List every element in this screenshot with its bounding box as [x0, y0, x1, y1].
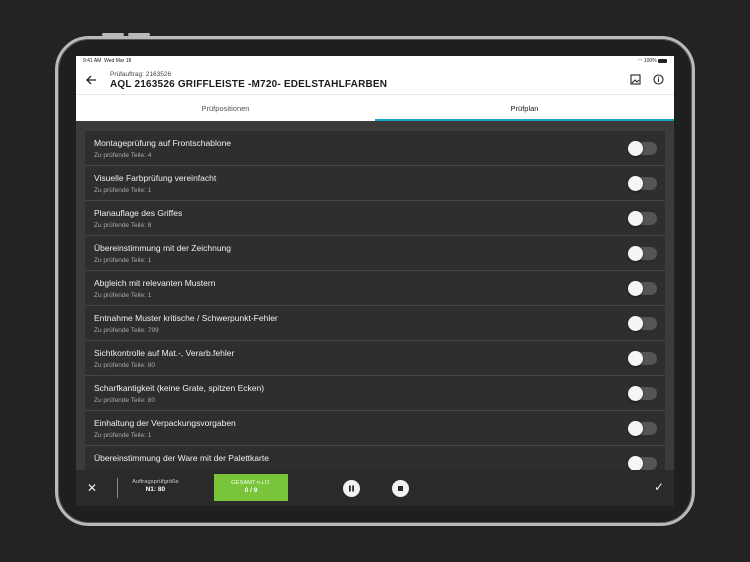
status-bar: 9:41 AM Wed Mar 18 ◠ 100%	[76, 56, 674, 66]
toggle-knob	[628, 316, 643, 331]
status-date: Wed Mar 18	[104, 58, 132, 64]
sample-size-label: Auftragsprüfgröße	[132, 479, 179, 485]
list-item[interactable]: Übereinstimmung mit der Zeichnung Zu prü…	[85, 236, 665, 271]
toggle-knob	[628, 141, 643, 156]
page-title: AQL 2163526 GRIFFLEISTE -M720- EDELSTAHL…	[110, 78, 388, 90]
item-title: Abgleich mit relevanten Mustern	[94, 278, 216, 288]
sample-size-value: N1: 80	[145, 486, 166, 493]
toggle-knob	[628, 421, 643, 436]
tab-pruefplan[interactable]: Prüfplan	[375, 95, 674, 121]
info-icon[interactable]	[653, 74, 664, 85]
item-count: Zu prüfende Teile: 1	[94, 257, 152, 264]
tab-pruefpositionen[interactable]: Prüfpositionen	[76, 95, 375, 121]
item-toggle[interactable]	[628, 281, 657, 296]
item-title: Sichtkontrolle auf Mat.-, Verarb.fehler	[94, 348, 235, 358]
bottom-action-bar: ✕ Auftragsprüfgröße N1: 80 GESAMT n.i.O.…	[76, 470, 674, 506]
close-icon[interactable]: ✕	[87, 480, 97, 496]
list-item[interactable]: Visuelle Farbprüfung vereinfacht Zu prüf…	[85, 166, 665, 201]
total-nok-label: GESAMT n.i.O.	[231, 480, 271, 486]
item-toggle[interactable]	[628, 456, 657, 470]
toggle-knob	[628, 246, 643, 261]
item-title: Einhaltung der Verpackungsvorgaben	[94, 418, 236, 428]
item-title: Übereinstimmung mit der Zeichnung	[94, 243, 232, 253]
toggle-knob	[628, 456, 643, 470]
gallery-icon[interactable]	[630, 74, 641, 85]
wifi-icon: ◠	[638, 58, 643, 64]
item-toggle[interactable]	[628, 246, 657, 261]
total-nok-value: 0 / 9	[244, 487, 258, 494]
toggle-knob	[628, 176, 643, 191]
battery-text: 100%	[643, 58, 657, 64]
item-count: Zu prüfende Teile: 80	[94, 362, 155, 369]
item-count: Zu prüfende Teile: 8	[94, 222, 152, 229]
status-time-text: 9:41 AM	[83, 58, 102, 64]
item-title: Planauflage des Griffes	[94, 208, 183, 218]
item-toggle[interactable]	[628, 386, 657, 401]
confirm-check-icon[interactable]: ✓	[654, 479, 664, 495]
item-title: Montageprüfung auf Frontschablone	[94, 138, 232, 148]
list-item[interactable]: Sichtkontrolle auf Mat.-, Verarb.fehler …	[85, 341, 665, 376]
toggle-knob	[628, 351, 643, 366]
list-item[interactable]: Abgleich mit relevanten Mustern Zu prüfe…	[85, 271, 665, 306]
toggle-knob	[628, 211, 643, 226]
sample-size-info: Auftragsprüfgröße N1: 80	[132, 479, 179, 493]
list-item[interactable]: Montageprüfung auf Frontschablone Zu prü…	[85, 131, 665, 166]
inspection-plan-list-area[interactable]: Montageprüfung auf Frontschablone Zu prü…	[76, 121, 674, 470]
item-count: Zu prüfende Teile: 1	[94, 292, 152, 299]
pause-icon	[349, 485, 354, 492]
list-item[interactable]: Scharfkantigkeit (keine Grate, spitzen E…	[85, 376, 665, 411]
item-title: Visuelle Farbprüfung vereinfacht	[94, 173, 217, 183]
item-toggle[interactable]	[628, 141, 657, 156]
list-item[interactable]: Übereinstimmung der Ware mit der Palettk…	[85, 446, 665, 470]
inspection-plan-list: Montageprüfung auf Frontschablone Zu prü…	[85, 131, 665, 470]
status-time: 9:41 AM Wed Mar 18	[83, 58, 131, 64]
item-title: Übereinstimmung der Ware mit der Palettk…	[94, 453, 269, 463]
item-toggle[interactable]	[628, 351, 657, 366]
item-count: Zu prüfende Teile: 1	[94, 432, 152, 439]
item-count: Zu prüfende Teile: 4	[94, 152, 152, 159]
item-count: Zu prüfende Teile: 1	[94, 187, 152, 194]
item-count: Zu prüfende Teile: 80	[94, 397, 155, 404]
item-count: Zu prüfende Teile: 799	[94, 327, 159, 334]
toggle-knob	[628, 281, 643, 296]
list-item[interactable]: Entnahme Muster kritische / Schwerpunkt-…	[85, 306, 665, 341]
back-arrow-icon[interactable]	[86, 74, 106, 87]
app-screen: 9:41 AM Wed Mar 18 ◠ 100% Prüfauftrag: 2…	[76, 56, 674, 506]
header-titles: Prüfauftrag: 2163526 AQL 2163526 GRIFFLE…	[110, 71, 387, 90]
item-title: Scharfkantigkeit (keine Grate, spitzen E…	[94, 383, 265, 393]
total-nok-badge[interactable]: GESAMT n.i.O. 0 / 9	[214, 474, 288, 501]
pause-button[interactable]	[343, 480, 360, 497]
stop-icon	[398, 486, 403, 491]
list-item[interactable]: Einhaltung der Verpackungsvorgaben Zu pr…	[85, 411, 665, 446]
order-subtitle: Prüfauftrag: 2163526	[110, 70, 172, 78]
app-header: Prüfauftrag: 2163526 AQL 2163526 GRIFFLE…	[76, 66, 674, 94]
header-actions	[630, 74, 664, 85]
list-item[interactable]: Planauflage des Griffes Zu prüfende Teil…	[85, 201, 665, 236]
status-right: ◠ 100%	[638, 58, 667, 64]
toggle-knob	[628, 386, 643, 401]
bottom-divider	[117, 478, 118, 498]
item-title: Entnahme Muster kritische / Schwerpunkt-…	[94, 313, 278, 323]
battery-icon	[658, 58, 667, 63]
item-toggle[interactable]	[628, 211, 657, 226]
tab-bar: Prüfpositionen Prüfplan	[76, 94, 674, 121]
item-toggle[interactable]	[628, 176, 657, 191]
item-toggle[interactable]	[628, 316, 657, 331]
stop-button[interactable]	[392, 480, 409, 497]
item-toggle[interactable]	[628, 421, 657, 436]
